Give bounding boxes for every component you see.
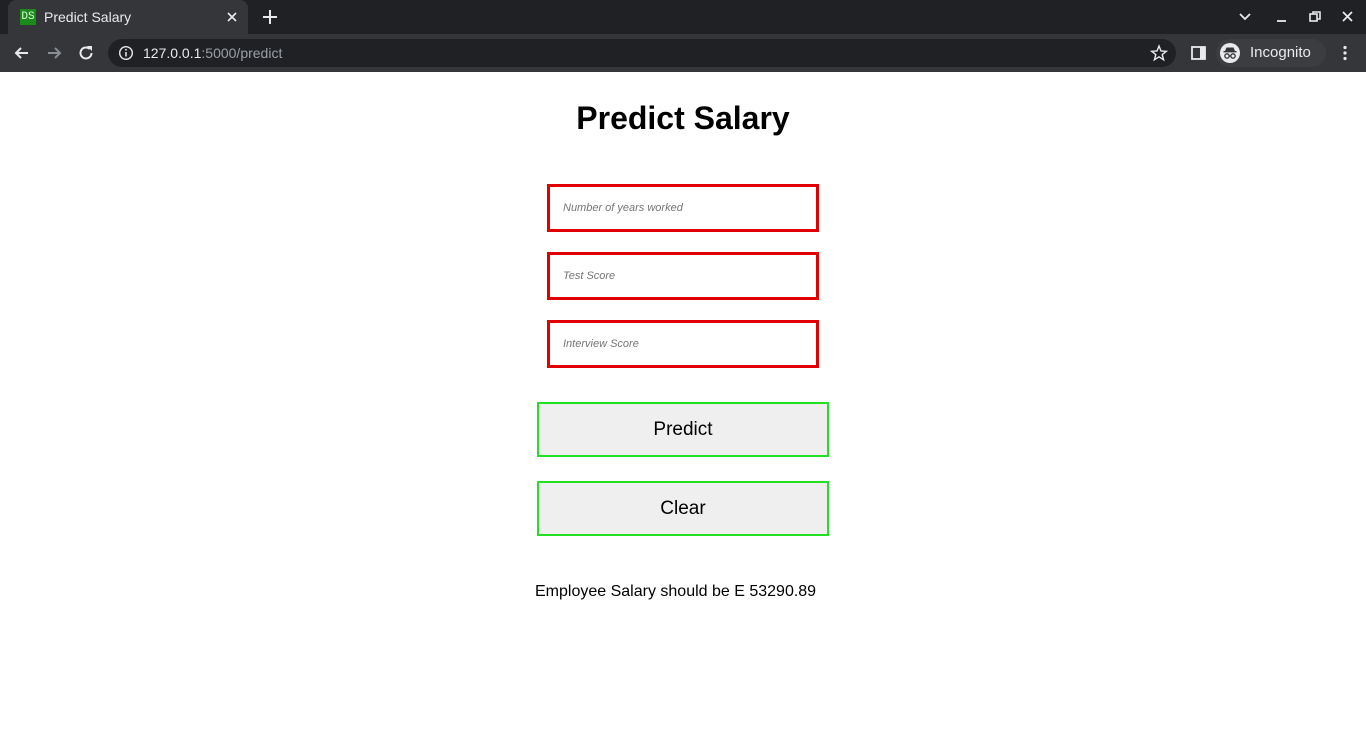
forward-arrow-icon[interactable] bbox=[44, 43, 64, 63]
page-content: Predict Salary Predict Clear Employee Sa… bbox=[0, 72, 1366, 741]
test-score-input[interactable] bbox=[547, 252, 819, 300]
address-bar[interactable]: 127.0.0.1:5000/predict bbox=[108, 39, 1176, 67]
incognito-icon bbox=[1220, 43, 1240, 63]
years-worked-input[interactable] bbox=[547, 184, 819, 232]
kebab-menu-icon[interactable] bbox=[1336, 44, 1354, 62]
browser-tab-bar: DS Predict Salary bbox=[0, 0, 1366, 34]
clear-button[interactable]: Clear bbox=[537, 481, 829, 536]
close-window-icon[interactable] bbox=[1339, 8, 1357, 26]
url-text: 127.0.0.1:5000/predict bbox=[143, 45, 282, 61]
interview-score-input[interactable] bbox=[547, 320, 819, 368]
url-host: 127.0.0.1 bbox=[143, 45, 202, 61]
tab-title: Predict Salary bbox=[44, 9, 132, 25]
predict-button[interactable]: Predict bbox=[537, 402, 829, 457]
reload-icon[interactable] bbox=[76, 43, 96, 63]
site-info-icon[interactable] bbox=[118, 45, 134, 61]
side-panel-icon[interactable] bbox=[1190, 44, 1208, 62]
favicon-icon: DS bbox=[20, 9, 36, 25]
tab-search-chevron-down-icon[interactable] bbox=[1236, 8, 1254, 26]
incognito-profile-button[interactable]: Incognito bbox=[1216, 39, 1326, 67]
restore-icon[interactable] bbox=[1306, 8, 1324, 26]
prediction-result-text: Employee Salary should be E 53290.89 bbox=[535, 583, 817, 600]
url-path: :5000/predict bbox=[201, 45, 283, 61]
new-tab-plus-icon[interactable] bbox=[260, 7, 280, 27]
incognito-label: Incognito bbox=[1250, 44, 1311, 61]
browser-tab-active[interactable]: DS Predict Salary bbox=[8, 0, 248, 34]
bookmark-star-icon[interactable] bbox=[1150, 44, 1168, 62]
back-arrow-icon[interactable] bbox=[12, 43, 32, 63]
minimize-icon[interactable] bbox=[1273, 8, 1291, 26]
page-title: Predict Salary bbox=[576, 100, 790, 136]
close-icon[interactable] bbox=[224, 9, 240, 25]
browser-toolbar: 127.0.0.1:5000/predict Incognito bbox=[0, 34, 1366, 72]
